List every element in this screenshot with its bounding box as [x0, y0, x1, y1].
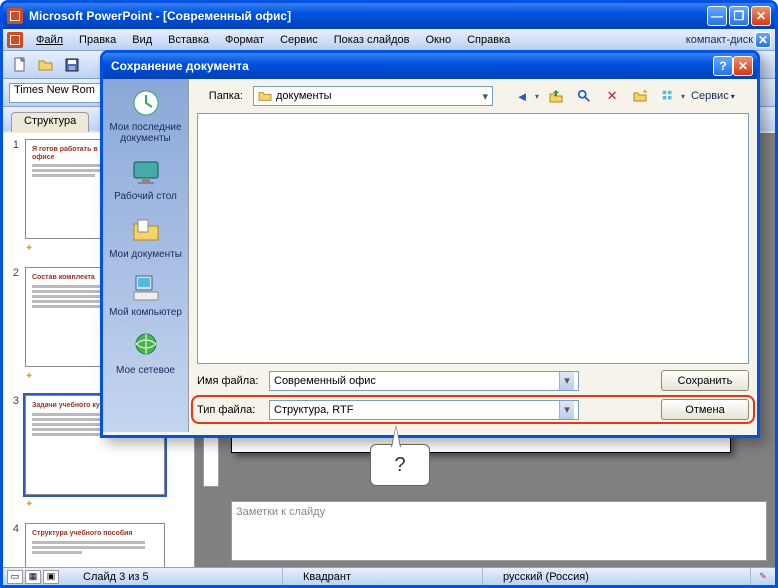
- folder-row: Папка: документы ◄▾ ✕ ✦ ▾ Сервис▾: [189, 79, 757, 113]
- menu-edit[interactable]: Правка: [72, 32, 123, 48]
- places-bar: Мои последние документы Рабочий стол Мои…: [103, 79, 189, 432]
- desktop-icon: [130, 156, 162, 188]
- menu-window[interactable]: Окно: [419, 32, 459, 48]
- animation-star-icon: ✦: [25, 243, 39, 257]
- menu-view[interactable]: Вид: [125, 32, 159, 48]
- folder-combo[interactable]: документы: [253, 86, 493, 106]
- delete-button[interactable]: ✕: [601, 85, 623, 107]
- menu-right-link[interactable]: компакт-диск: [686, 34, 753, 46]
- animation-star-icon: ✦: [25, 371, 39, 385]
- status-lang: русский (Россия): [483, 568, 751, 585]
- filetype-label: Тип файла:: [197, 404, 263, 416]
- place-desktop[interactable]: Рабочий стол: [103, 152, 188, 210]
- folder-label: Папка:: [197, 90, 247, 102]
- save-button[interactable]: Сохранить: [661, 370, 749, 391]
- search-button[interactable]: [573, 85, 595, 107]
- maximize-button[interactable]: ❐: [729, 6, 749, 26]
- new-document-icon[interactable]: [9, 54, 31, 76]
- menu-insert[interactable]: Вставка: [161, 32, 216, 48]
- network-icon: [130, 330, 162, 362]
- thumb-number: 3: [7, 395, 19, 513]
- views-button[interactable]: [657, 85, 679, 107]
- menu-bar: Файл Правка Вид Вставка Формат Сервис По…: [3, 29, 775, 51]
- place-mydocs[interactable]: Мои документы: [103, 210, 188, 268]
- window-title: Microsoft PowerPoint - [Современный офис…: [29, 9, 707, 23]
- my-computer-icon: [130, 272, 162, 304]
- status-layout: Квадрант: [283, 568, 483, 585]
- animation-star-icon: ✦: [25, 499, 39, 513]
- close-button[interactable]: ✕: [751, 6, 771, 26]
- minimize-button[interactable]: —: [707, 6, 727, 26]
- filetype-combo[interactable]: Структура, RTF: [269, 400, 579, 420]
- callout-text: ?: [394, 454, 405, 477]
- dialog-title: Сохранение документа: [107, 59, 713, 73]
- place-recent[interactable]: Мои последние документы: [103, 83, 188, 152]
- save-icon[interactable]: [61, 54, 83, 76]
- status-bar: ▭ ▦ ▣ Слайд 3 из 5 Квадрант русский (Рос…: [3, 567, 775, 585]
- main-title-bar: Microsoft PowerPoint - [Современный офис…: [3, 3, 775, 29]
- recent-documents-icon: [130, 87, 162, 119]
- normal-view-icon[interactable]: ▭: [7, 570, 23, 584]
- file-list[interactable]: [197, 113, 749, 364]
- menu-help[interactable]: Справка: [460, 32, 517, 48]
- open-icon[interactable]: [35, 54, 57, 76]
- callout-annotation: ?: [370, 444, 430, 486]
- folder-icon: [258, 90, 272, 102]
- outline-tab[interactable]: Структура: [11, 112, 89, 132]
- dialog-help-button[interactable]: ?: [713, 56, 733, 76]
- menu-format[interactable]: Формат: [218, 32, 271, 48]
- up-folder-button[interactable]: [545, 85, 567, 107]
- thumb-number: 1: [7, 139, 19, 257]
- menu-file[interactable]: Файл: [29, 32, 70, 48]
- doc-close-button[interactable]: ✕: [755, 32, 771, 48]
- place-mycomputer[interactable]: Мой компьютер: [103, 268, 188, 326]
- filename-input[interactable]: Современный офис: [269, 371, 579, 391]
- sorter-view-icon[interactable]: ▦: [25, 570, 41, 584]
- filename-label: Имя файла:: [197, 375, 263, 387]
- thumb-number: 4: [7, 523, 19, 567]
- powerpoint-icon: [7, 8, 23, 24]
- my-documents-icon: [130, 214, 162, 246]
- status-slide: Слайд 3 из 5: [63, 568, 283, 585]
- dialog-title-bar: Сохранение документа ? ✕: [103, 53, 757, 79]
- app-menu-icon[interactable]: [7, 32, 23, 48]
- dialog-close-button[interactable]: ✕: [733, 56, 753, 76]
- spellcheck-icon[interactable]: ✎: [755, 570, 771, 584]
- svg-text:✦: ✦: [642, 88, 648, 96]
- notes-pane[interactable]: Заметки к слайду: [231, 501, 767, 561]
- save-dialog: Сохранение документа ? ✕ Мои последние д…: [100, 50, 760, 438]
- slide-thumbnail-4[interactable]: Структура учебного пособия: [25, 523, 165, 567]
- service-menu[interactable]: Сервис▾: [691, 90, 735, 102]
- menu-tools[interactable]: Сервис: [273, 32, 325, 48]
- slideshow-view-icon[interactable]: ▣: [43, 570, 59, 584]
- new-folder-button[interactable]: ✦: [629, 85, 651, 107]
- back-button[interactable]: ◄: [511, 85, 533, 107]
- cancel-button[interactable]: Отмена: [661, 399, 749, 420]
- menu-slideshow[interactable]: Показ слайдов: [327, 32, 417, 48]
- place-network[interactable]: Мое сетевое: [103, 326, 188, 384]
- thumb-number: 2: [7, 267, 19, 385]
